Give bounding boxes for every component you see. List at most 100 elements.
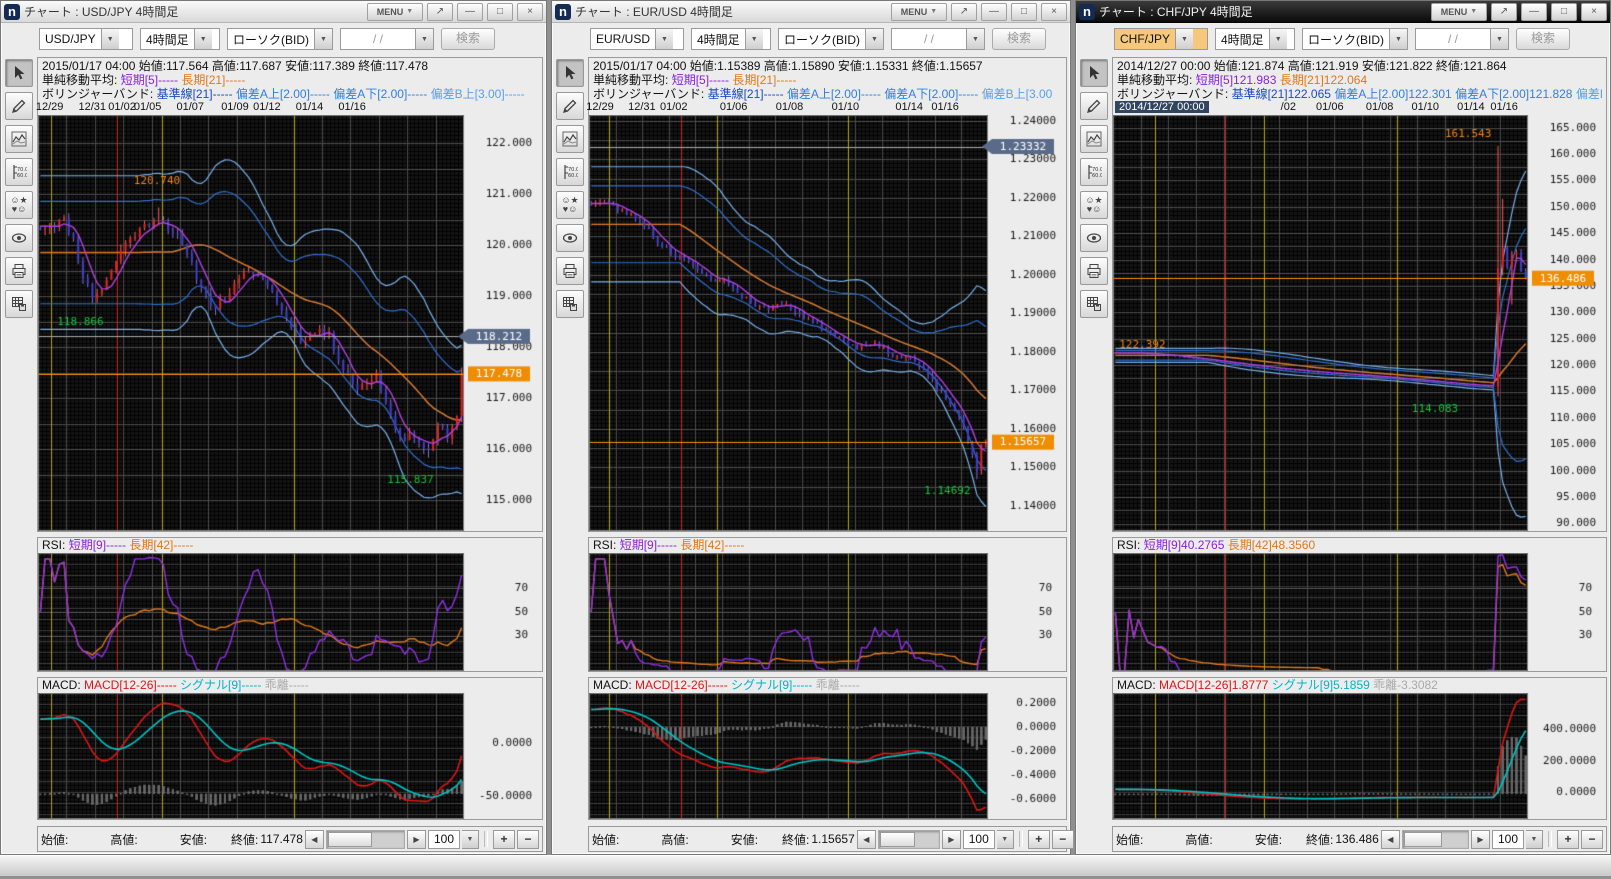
chevron-down-icon[interactable]: ▼ bbox=[966, 29, 984, 49]
cursor-tool-button[interactable] bbox=[1080, 59, 1108, 87]
minimize-button[interactable]: — bbox=[457, 3, 483, 21]
scrollbar-track[interactable] bbox=[326, 830, 405, 849]
menu-button[interactable]: MENU▼ bbox=[367, 3, 423, 21]
scroll-left-button[interactable]: ◀ bbox=[1381, 830, 1400, 849]
price-chart-canvas[interactable] bbox=[38, 115, 540, 531]
scrollbar-track[interactable] bbox=[1402, 830, 1469, 849]
search-button[interactable]: 検索 bbox=[441, 28, 495, 50]
scale-tool-button[interactable]: 70.060.0 bbox=[5, 158, 33, 186]
pair-select[interactable]: CHF/JPY▼ bbox=[1114, 28, 1208, 50]
indicator-tool-button[interactable] bbox=[556, 125, 584, 153]
cursor-tool-button[interactable] bbox=[5, 59, 33, 87]
minimize-button[interactable]: — bbox=[1521, 3, 1547, 21]
chevron-down-icon[interactable]: ▼ bbox=[745, 29, 763, 49]
chevron-down-icon[interactable]: ▼ bbox=[101, 29, 119, 49]
close-button[interactable]: × bbox=[1041, 3, 1067, 21]
print-tool-button[interactable] bbox=[556, 257, 584, 285]
rsi-chart-canvas[interactable] bbox=[1113, 553, 1604, 671]
scroll-left-button[interactable]: ◀ bbox=[857, 830, 876, 849]
scale-tool-button[interactable]: 70.060.0 bbox=[1080, 158, 1108, 186]
indicator-tool-button[interactable] bbox=[5, 125, 33, 153]
date-input[interactable]: / /▼ bbox=[340, 28, 434, 50]
scroll-right-button[interactable]: ▶ bbox=[1471, 830, 1490, 849]
price-chart-canvas[interactable] bbox=[589, 115, 1064, 531]
timeframe-select[interactable]: 4時間足▼ bbox=[140, 28, 220, 50]
menu-button[interactable]: MENU▼ bbox=[1431, 3, 1487, 21]
chevron-down-icon[interactable]: ▼ bbox=[655, 29, 673, 49]
pair-select[interactable]: USD/JPY▼ bbox=[39, 28, 133, 50]
zoom-in-button[interactable]: + bbox=[493, 830, 515, 849]
macd-chart-canvas[interactable] bbox=[1113, 693, 1604, 819]
visibility-tool-button[interactable] bbox=[556, 224, 584, 252]
timeframe-select[interactable]: 4時間足▼ bbox=[1215, 28, 1295, 50]
maximize-button[interactable]: □ bbox=[1551, 3, 1577, 21]
visibility-tool-button[interactable] bbox=[1080, 224, 1108, 252]
visibility-tool-button[interactable] bbox=[5, 224, 33, 252]
zoom-out-button[interactable]: − bbox=[1052, 830, 1074, 849]
scroll-right-button[interactable]: ▶ bbox=[407, 830, 426, 849]
chart-type-select[interactable]: ローソク(BID)▼ bbox=[1302, 28, 1408, 50]
stamp-tool-button[interactable]: ☺★♥☺ bbox=[5, 191, 33, 219]
indicator-tool-button[interactable] bbox=[1080, 125, 1108, 153]
rsi-chart-canvas[interactable] bbox=[589, 553, 1064, 671]
period-count-dropdown[interactable]: ▼ bbox=[997, 830, 1014, 849]
price-chart-canvas[interactable] bbox=[1113, 115, 1604, 531]
popout-button[interactable]: ↗ bbox=[427, 3, 453, 21]
zoom-out-button[interactable]: − bbox=[517, 830, 539, 849]
timeframe-select[interactable]: 4時間足▼ bbox=[691, 28, 771, 50]
export-tool-button[interactable] bbox=[5, 290, 33, 318]
zoom-in-button[interactable]: + bbox=[1028, 830, 1050, 849]
chevron-down-icon[interactable]: ▼ bbox=[865, 29, 883, 49]
draw-tool-button[interactable] bbox=[5, 92, 33, 120]
search-button[interactable]: 検索 bbox=[992, 28, 1046, 50]
maximize-button[interactable]: □ bbox=[487, 3, 513, 21]
popout-button[interactable]: ↗ bbox=[1491, 3, 1517, 21]
close-button[interactable]: × bbox=[517, 3, 543, 21]
export-tool-button[interactable] bbox=[1080, 290, 1108, 318]
period-count-dropdown[interactable]: ▼ bbox=[462, 830, 479, 849]
popout-button[interactable]: ↗ bbox=[951, 3, 977, 21]
draw-tool-button[interactable] bbox=[556, 92, 584, 120]
zoom-out-button[interactable]: − bbox=[1581, 830, 1603, 849]
scroll-left-button[interactable]: ◀ bbox=[305, 830, 324, 849]
minimize-button[interactable]: — bbox=[981, 3, 1007, 21]
stamp-tool-button[interactable]: ☺★♥☺ bbox=[1080, 191, 1108, 219]
print-tool-button[interactable] bbox=[5, 257, 33, 285]
maximize-button[interactable]: □ bbox=[1011, 3, 1037, 21]
chevron-down-icon[interactable]: ▼ bbox=[314, 29, 332, 49]
chart-type-select[interactable]: ローソク(BID)▼ bbox=[778, 28, 884, 50]
draw-tool-button[interactable] bbox=[1080, 92, 1108, 120]
period-count-value[interactable]: 100 bbox=[1492, 830, 1524, 849]
chevron-down-icon[interactable]: ▼ bbox=[415, 29, 433, 49]
date-input[interactable]: / /▼ bbox=[1415, 28, 1509, 50]
rsi-chart-canvas[interactable] bbox=[38, 553, 540, 671]
scrollbar-thumb[interactable] bbox=[1404, 832, 1442, 847]
export-tool-button[interactable] bbox=[556, 290, 584, 318]
scrollbar-thumb[interactable] bbox=[328, 832, 372, 847]
scrollbar-thumb[interactable] bbox=[880, 832, 915, 847]
period-count-value[interactable]: 100 bbox=[963, 830, 995, 849]
scale-tool-button[interactable]: 70.060.0 bbox=[556, 158, 584, 186]
pair-select[interactable]: EUR/USD▼ bbox=[590, 28, 684, 50]
close-button[interactable]: × bbox=[1581, 3, 1607, 21]
chevron-down-icon[interactable]: ▼ bbox=[1175, 29, 1193, 49]
period-count-value[interactable]: 100 bbox=[428, 830, 460, 849]
zoom-in-button[interactable]: + bbox=[1557, 830, 1579, 849]
chart-type-select[interactable]: ローソク(BID)▼ bbox=[227, 28, 333, 50]
scrollbar-track[interactable] bbox=[878, 830, 940, 849]
date-input[interactable]: / /▼ bbox=[891, 28, 985, 50]
chevron-down-icon[interactable]: ▼ bbox=[1269, 29, 1287, 49]
macd-chart-canvas[interactable] bbox=[589, 693, 1064, 819]
chevron-down-icon[interactable]: ▼ bbox=[1389, 29, 1407, 49]
chevron-down-icon[interactable]: ▼ bbox=[194, 29, 212, 49]
print-tool-button[interactable] bbox=[1080, 257, 1108, 285]
scroll-right-button[interactable]: ▶ bbox=[942, 830, 961, 849]
macd-chart-canvas[interactable] bbox=[38, 693, 540, 819]
stamp-tool-button[interactable]: ☺★♥☺ bbox=[556, 191, 584, 219]
cursor-tool-button[interactable] bbox=[556, 59, 584, 87]
close-label: 終値: bbox=[782, 831, 809, 848]
period-count-dropdown[interactable]: ▼ bbox=[1526, 830, 1543, 849]
chevron-down-icon[interactable]: ▼ bbox=[1490, 29, 1508, 49]
menu-button[interactable]: MENU▼ bbox=[891, 3, 947, 21]
search-button[interactable]: 検索 bbox=[1516, 28, 1570, 50]
